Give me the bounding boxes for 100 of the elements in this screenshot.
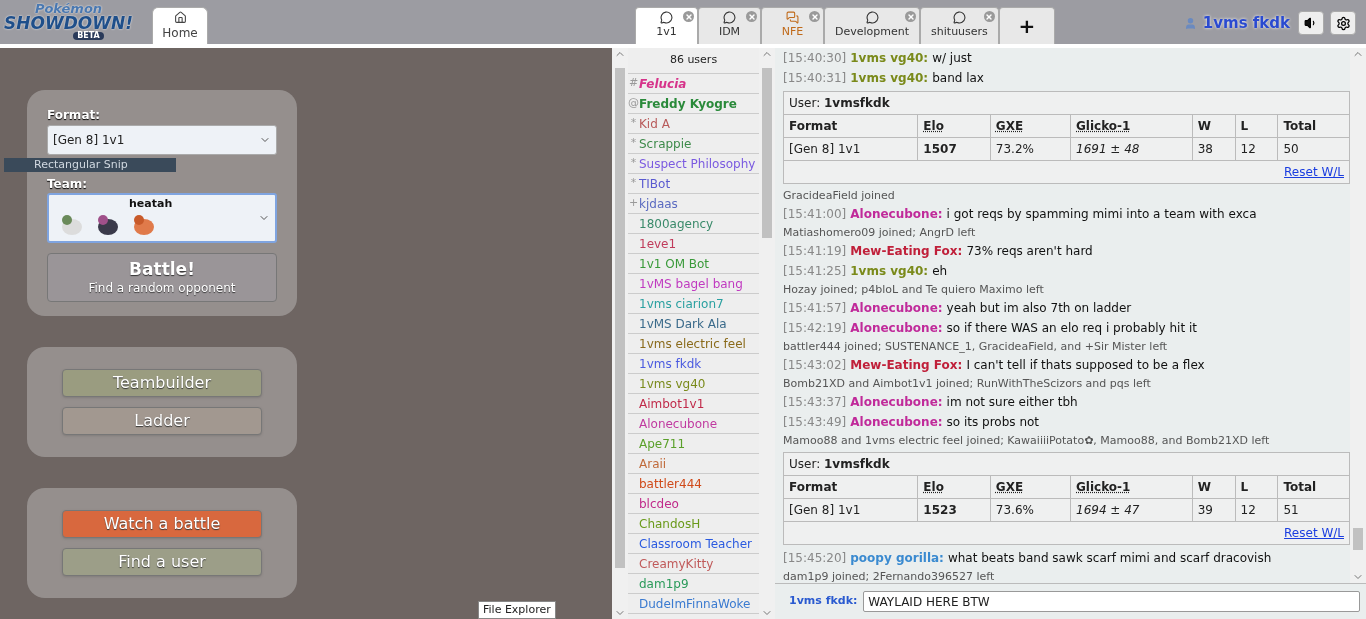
- snip-label: Rectangular Snip: [4, 158, 176, 172]
- ladder-username: 1vmsfkdk: [824, 457, 890, 471]
- join-leave-notice: Bomb21XD and Aimbot1v1 joined; RunWithTheScizors and pqs left: [783, 376, 1152, 392]
- volume-button[interactable]: [1298, 11, 1324, 35]
- new-tab-button[interactable]: +: [998, 7, 1055, 44]
- column-header: L: [1235, 475, 1278, 499]
- chat-username[interactable]: Alonecubone:: [850, 393, 943, 411]
- chat-username[interactable]: 1vms vg40:: [850, 49, 929, 67]
- format-label: Format:: [47, 107, 101, 124]
- chat-bubble-icon: [865, 11, 879, 25]
- chat-bubble-icon: [723, 11, 736, 25]
- chat-username[interactable]: Alonecubone:: [850, 205, 943, 223]
- table-cell: 12: [1235, 137, 1278, 161]
- team-name: heatah: [129, 196, 173, 212]
- chat-username[interactable]: Mew-Eating Fox:: [850, 242, 963, 260]
- room-tab[interactable]: 1v1: [635, 7, 698, 44]
- chat-message: so its probs not: [946, 414, 1040, 431]
- chat-bubbles-icon: [786, 11, 799, 25]
- tooltip: File Explorer: [478, 600, 556, 619]
- ladder-username: 1vmsfkdk: [824, 96, 890, 110]
- timestamp: [15:41:00]: [783, 206, 847, 223]
- beta-badge: BETA: [73, 32, 104, 40]
- chat-username[interactable]: Mew-Eating Fox:: [850, 356, 963, 374]
- chat-username[interactable]: 1vms vg40:: [850, 69, 929, 87]
- table-cell: 1691 ± 48: [1070, 137, 1193, 161]
- table-cell: 50: [1277, 137, 1350, 161]
- column-header: Format: [783, 114, 918, 138]
- input-username: 1vms fkdk:: [789, 593, 858, 610]
- table-cell: 51: [1277, 498, 1350, 522]
- close-icon[interactable]: [683, 11, 694, 22]
- timestamp: [15:40:30]: [783, 50, 847, 67]
- scrollbar[interactable]: [1350, 48, 1366, 583]
- column-header: GXE: [990, 114, 1071, 138]
- room-tab[interactable]: IDM: [698, 7, 761, 44]
- user-label: User:: [789, 457, 822, 471]
- close-icon[interactable]: [746, 11, 757, 22]
- scrollbar[interactable]: [612, 48, 628, 619]
- account-username[interactable]: 1vms fkdk: [1202, 11, 1290, 35]
- home-icon: [173, 10, 187, 24]
- column-header: Format: [783, 475, 918, 499]
- chat-username[interactable]: Alonecubone:: [850, 319, 943, 337]
- chat-username[interactable]: 1vms vg40:: [850, 262, 929, 280]
- join-leave-notice: dam1p9 joined; 2Fernando396527 left: [783, 569, 996, 583]
- home-tab[interactable]: Home: [152, 7, 208, 44]
- scrollbar-thumb[interactable]: [615, 68, 625, 568]
- chat-input[interactable]: WAYLAID HERE BTW: [863, 591, 1360, 612]
- user-label: User:: [789, 96, 822, 110]
- join-leave-notice: Matiashomero09 joined; AngrD left: [783, 225, 977, 241]
- scrollbar[interactable]: [759, 48, 775, 619]
- join-leave-notice: GracideaField joined: [783, 188, 896, 204]
- column-header: Elo: [917, 114, 991, 138]
- table-cell: 38: [1192, 137, 1236, 161]
- table-cell: 1694 ± 47: [1070, 498, 1193, 522]
- chat-message: eh: [932, 263, 948, 280]
- battle-button[interactable]: Battle! Find a random opponent: [47, 253, 277, 302]
- chat-message: im not sure either tbh: [946, 394, 1078, 411]
- logo[interactable]: Pokémon SHOWDOWN! BETA: [4, 2, 133, 40]
- scrollbar-thumb[interactable]: [762, 68, 772, 238]
- column-header: Total: [1277, 114, 1350, 138]
- room-tab[interactable]: Development: [824, 7, 921, 44]
- chat-message: w/ just: [932, 50, 972, 67]
- timestamp: [15:41:19]: [783, 243, 847, 260]
- reset-link[interactable]: Reset W/L: [1284, 526, 1344, 540]
- settings-button[interactable]: [1330, 11, 1356, 35]
- chat-username[interactable]: poopy gorilla:: [850, 549, 944, 567]
- battle-title: Battle!: [129, 259, 195, 281]
- chat-message: yeah but im also 7th on ladder: [946, 300, 1132, 317]
- format-select[interactable]: [Gen 8] 1v1: [47, 125, 277, 155]
- chat-message: 73% reqs aren't hard: [966, 243, 1093, 260]
- room-tab[interactable]: NFE: [761, 7, 824, 44]
- chat-message: band lax: [932, 70, 984, 87]
- table-cell: 12: [1235, 498, 1278, 522]
- reset-link[interactable]: Reset W/L: [1284, 165, 1344, 179]
- column-header: L: [1235, 114, 1278, 138]
- user-icon: [1183, 16, 1197, 30]
- close-icon[interactable]: [809, 11, 820, 22]
- team-select[interactable]: heatah: [47, 193, 277, 243]
- close-icon[interactable]: [983, 11, 995, 22]
- menu-button[interactable]: Teambuilder: [62, 369, 262, 397]
- chat-bubble-icon: [952, 11, 966, 25]
- menu-button[interactable]: Watch a battle: [62, 510, 262, 538]
- table-cell: 1523: [917, 498, 991, 522]
- column-header: Glicko-1: [1070, 475, 1193, 499]
- room-tab[interactable]: shituusers: [920, 7, 999, 44]
- join-leave-notice: Mamoo88 and 1vms electric feel joined; KawaiiiiPotato✿, Mamoo88, and Bomb21XD left: [783, 433, 1271, 449]
- menu-button[interactable]: Find a user: [62, 548, 262, 576]
- close-icon[interactable]: [905, 11, 917, 22]
- chat-username[interactable]: Alonecubone:: [850, 299, 943, 317]
- timestamp: [15:43:02]: [783, 357, 847, 374]
- settings-icon: [1335, 15, 1351, 31]
- logo-title: SHOWDOWN!: [4, 15, 133, 32]
- join-leave-notice: battler444 joined; SUSTENANCE_1, GracideaField, and +Sir Mister left: [783, 339, 1169, 355]
- table-cell: 73.6%: [990, 498, 1071, 522]
- table-cell: 1507: [917, 137, 991, 161]
- chat-username[interactable]: Alonecubone:: [850, 413, 943, 431]
- scrollbar-thumb[interactable]: [1353, 528, 1363, 550]
- timestamp: [15:41:57]: [783, 300, 847, 317]
- timestamp: [15:42:19]: [783, 320, 847, 337]
- menu-button[interactable]: Ladder: [62, 407, 262, 435]
- column-header: Elo: [917, 475, 991, 499]
